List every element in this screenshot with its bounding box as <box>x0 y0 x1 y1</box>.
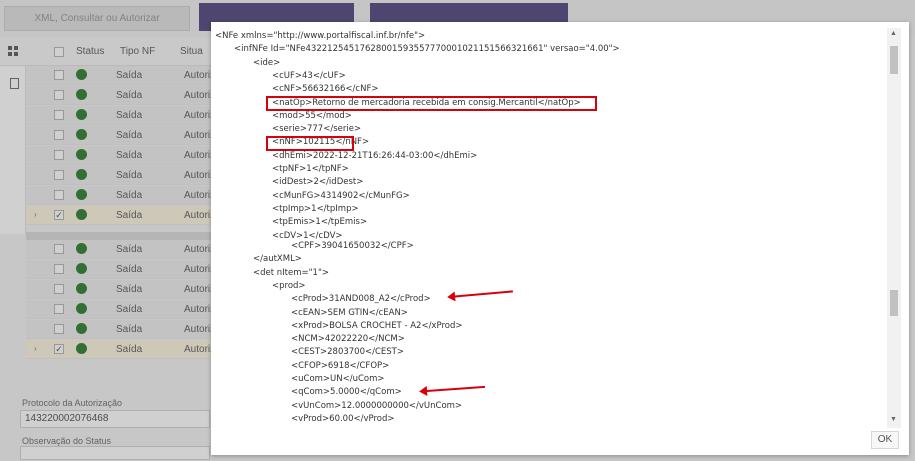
xml-line: </autXML> <box>253 254 302 265</box>
xml-line: <mod>55</mod> <box>272 110 352 121</box>
xml-content[interactable]: <NFe xmlns="http://www.portalfiscal.inf.… <box>215 28 883 428</box>
xml-line: <CEST>2803700</CEST> <box>291 347 404 358</box>
xml-line: <idDest>2</idDest> <box>272 177 364 188</box>
xml-line: <uCom>UN</uCom> <box>291 374 385 384</box>
xml-line: <cNF>56632166</cNF> <box>272 84 379 95</box>
xml-viewer-modal: <NFe xmlns="http://www.portalfiscal.inf.… <box>211 22 909 455</box>
xml-line: <det nItem="1"> <box>253 267 329 278</box>
xml-line: <vUnCom>12.0000000000</vUnCom> <box>291 400 463 411</box>
xml-line: <tpEmis>1</tpEmis> <box>272 217 368 228</box>
xml-line: <dhEmi>2022-12-21T16:26:44-03:00</dhEmi> <box>272 150 478 161</box>
xml-line: <CFOP>6918</CFOP> <box>291 360 390 371</box>
xml-line: <CPF>39041650032</CPF> <box>291 241 414 251</box>
xml-line: <cMunFG>4314902</cMunFG> <box>272 190 410 201</box>
xml-line: <cProd>31AND008_A2</cProd> <box>291 294 431 305</box>
xml-line: <cEAN>SEM GTIN</cEAN> <box>291 307 408 318</box>
xml-line: <qCom>5.0000</qCom> <box>291 387 402 398</box>
xml-line: <ide> <box>253 57 281 68</box>
scroll-thumb-lower[interactable] <box>890 290 898 316</box>
ok-button[interactable]: OK <box>871 431 899 449</box>
scroll-up-icon[interactable]: ▲ <box>890 30 897 37</box>
xml-line: <tpImp>1</tpImp> <box>272 203 359 214</box>
highlight-nnf <box>266 136 354 151</box>
xml-line: <vProd>60.00</vProd> <box>291 413 395 424</box>
xml-line: <xProd>BOLSA CROCHET - A2</xProd> <box>291 320 463 331</box>
xml-line: <tpNF>1</tpNF> <box>272 164 349 174</box>
xml-scrollbar[interactable]: ▲ ▼ <box>887 28 901 428</box>
xml-line: <infNFe Id="NFe4322125451762800159355777… <box>234 44 620 55</box>
scroll-down-icon[interactable]: ▼ <box>890 416 897 423</box>
xml-line: <NFe xmlns="http://www.portalfiscal.inf.… <box>215 31 426 41</box>
xml-line: <serie>777</serie> <box>272 124 362 135</box>
xml-line: <cUF>43</cUF> <box>272 70 346 81</box>
xml-line: <prod> <box>272 280 306 291</box>
scroll-thumb[interactable] <box>890 46 898 74</box>
highlight-natop <box>266 96 597 111</box>
xml-line: <NCM>42022220</NCM> <box>291 334 405 345</box>
